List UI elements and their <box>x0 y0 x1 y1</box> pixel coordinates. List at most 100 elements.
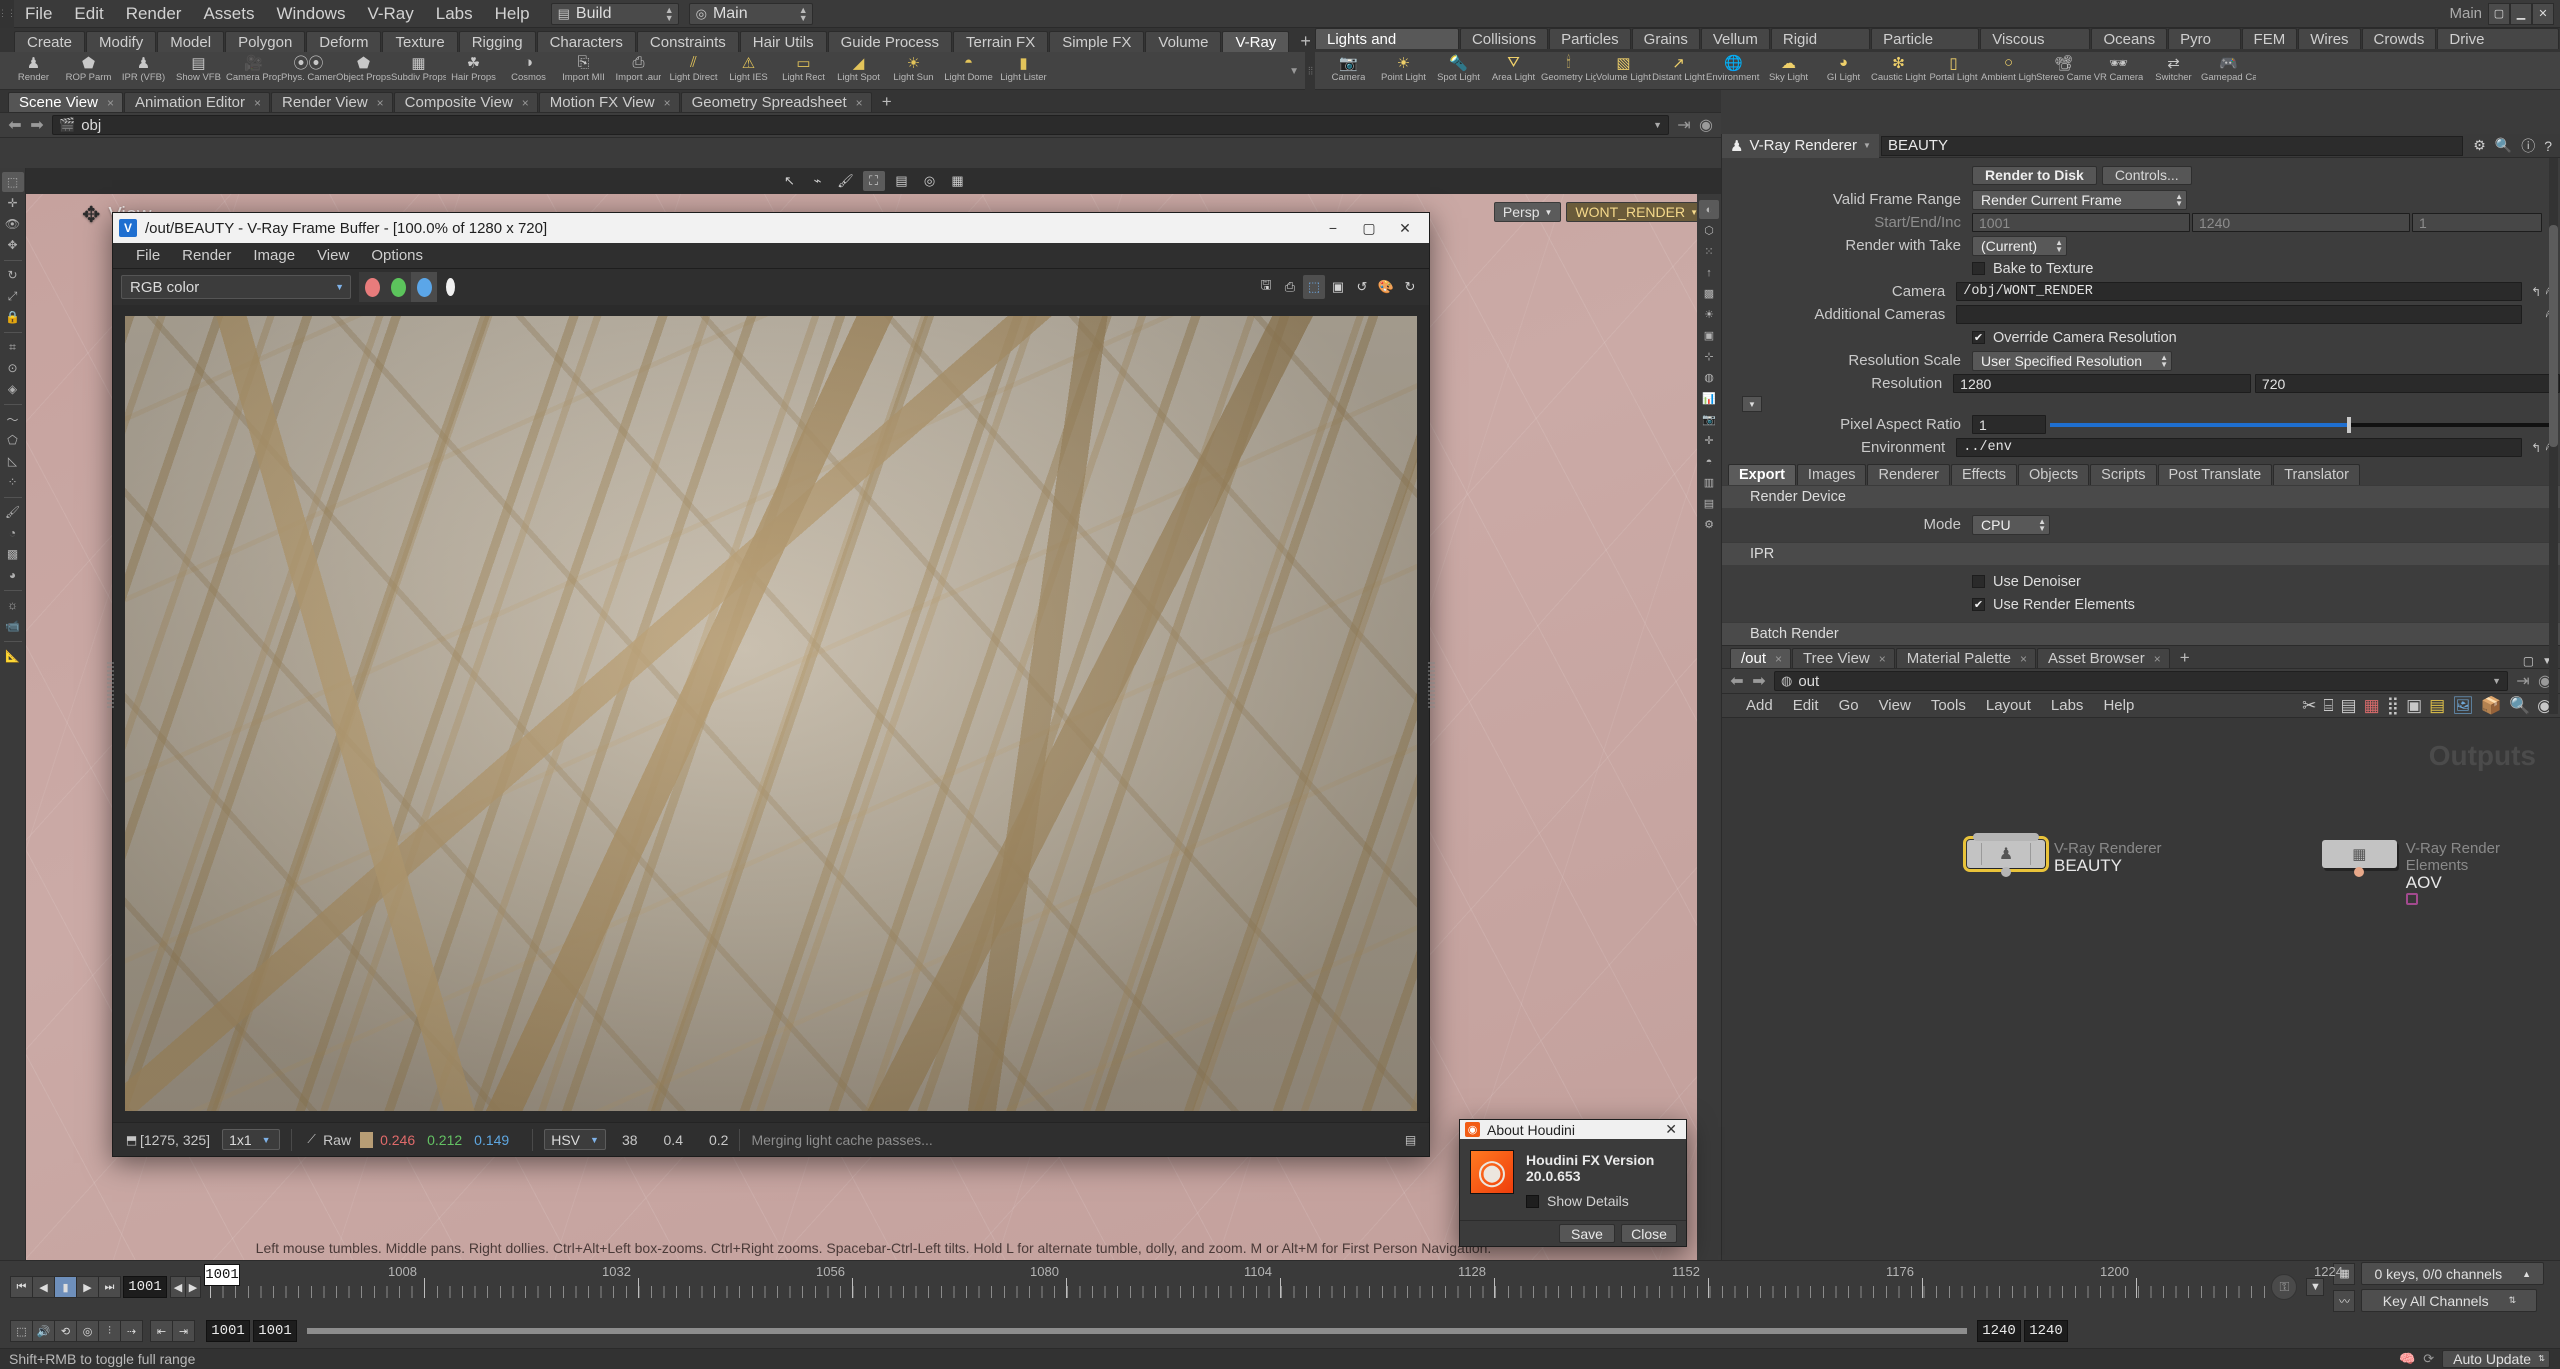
search-icon[interactable]: 🔍 <box>2509 696 2530 716</box>
close-icon[interactable]: × <box>522 93 529 113</box>
parameter-node-type[interactable]: ♟ V-Ray Renderer ▼ <box>1722 133 1879 158</box>
menu-windows[interactable]: Windows <box>266 0 357 28</box>
shelf-tool-area-light[interactable]: ⛛ Area Light <box>1486 52 1541 90</box>
menubar-close-icon[interactable]: ✕ <box>2532 2 2554 25</box>
pane-maximize-icon[interactable]: ▢ <box>2523 654 2534 668</box>
play-icon[interactable]: ▮ <box>54 1276 77 1298</box>
lock-tool-icon[interactable]: 🔒 <box>2 307 24 327</box>
maximize-icon[interactable]: ▢ <box>1351 213 1387 243</box>
shelf-tab-rigging[interactable]: Rigging <box>458 31 536 52</box>
chevron-down-icon[interactable]: ▼ <box>2492 676 2501 686</box>
shelf-tool-light-dome[interactable]: ◓ Light Dome <box>941 52 996 90</box>
viewport-visibility-icon[interactable]: ⛶ <box>862 171 885 191</box>
chevron-down-icon[interactable]: ▼ <box>1653 120 1662 130</box>
shelf-tool-camera[interactable]: 📷 Camera <box>1321 52 1376 90</box>
key-mode-selector[interactable]: Key All Channels ⇅ <box>2361 1289 2538 1312</box>
render-device-mode-menu[interactable]: CPU ▲ ▼ <box>1972 514 2050 535</box>
netmenu-help[interactable]: Help <box>2093 697 2144 714</box>
playbar-realtime-icon[interactable]: ◎ <box>76 1320 99 1342</box>
vfb-titlebar[interactable]: V /out/BEAUTY - V-Ray Frame Buffer - [10… <box>113 213 1429 243</box>
shelf-tool-point-light[interactable]: ☀ Point Light <box>1376 52 1431 90</box>
playbar-select-icon[interactable]: ⬚ <box>10 1320 33 1342</box>
playbar-loop-icon[interactable]: ⟲ <box>54 1320 77 1342</box>
refresh-icon[interactable]: ⟳ <box>2423 1351 2434 1367</box>
undo-icon[interactable]: ↺ <box>1351 275 1373 299</box>
about-houdini-dialog[interactable]: ◉ About Houdini ✕ ◉ Houdini FX Version 2… <box>1459 1119 1687 1247</box>
vray-frame-buffer-window[interactable]: V /out/BEAUTY - V-Ray Frame Buffer - [10… <box>107 212 1435 1157</box>
netmenu-tools[interactable]: Tools <box>1921 697 1976 714</box>
environment-revert-icon[interactable]: ↰ <box>2528 439 2544 456</box>
cat-tab-collisions[interactable]: Collisions <box>1459 28 1549 49</box>
package-icon[interactable]: 📦 <box>2481 696 2502 716</box>
close-icon[interactable]: × <box>1879 649 1886 669</box>
shelf-tool-import-aur[interactable]: ⎙ Import .aur <box>611 52 666 90</box>
about-titlebar[interactable]: ◉ About Houdini ✕ <box>1460 1120 1686 1140</box>
shelf-tab-volume[interactable]: Volume <box>1145 31 1222 52</box>
curve-tool-icon[interactable]: 〜 <box>2 409 24 429</box>
additional-cameras-field[interactable] <box>1956 305 2523 324</box>
resolution-height-field[interactable]: 720 <box>2254 374 2560 393</box>
network-back-arrow-icon[interactable]: ⬅ <box>1726 670 1748 692</box>
viewport-lasso-icon[interactable]: ⌁ <box>807 171 829 191</box>
shelf-tool-geometry-light[interactable]: 🕯 Geometry Light <box>1541 52 1596 90</box>
cat-tab-pyro-fx[interactable]: Pyro FX <box>2168 28 2241 69</box>
tab-scene-view[interactable]: Scene View × <box>8 92 123 112</box>
shelf-tool-volume-light[interactable]: ▧ Volume Light <box>1596 52 1651 90</box>
jump-to-end-icon[interactable]: ⏭ <box>98 1276 121 1298</box>
cat-tab-rigid-bodies[interactable]: Rigid Bodies <box>1770 28 1871 69</box>
display-snapshot-icon[interactable]: 📷 <box>1699 410 1719 429</box>
render-to-disk-button[interactable]: Render to Disk <box>1972 165 2097 185</box>
display-ghost-icon[interactable]: ◍ <box>1699 368 1719 387</box>
netmenu-labs[interactable]: Labs <box>2041 697 2094 714</box>
add-network-tab-button[interactable]: + <box>2171 648 2199 668</box>
override-camera-resolution-checkbox[interactable]: ✔ <box>1972 331 1985 344</box>
use-denoiser-checkbox[interactable] <box>1972 575 1985 588</box>
shelf-tool-render[interactable]: ♟ Render <box>6 52 61 90</box>
tools-icon[interactable]: ✂ <box>2302 696 2316 716</box>
network-path-input[interactable]: ◍ out ▼ <box>1774 671 2508 691</box>
timeline-playhead[interactable]: 1001 <box>204 1264 240 1286</box>
key-icon[interactable]: ⚿ <box>2271 1274 2298 1300</box>
about-close-button[interactable]: Close <box>1621 1224 1677 1244</box>
shelf-tool-light-direct[interactable]: ⫽ Light Direct <box>666 52 721 90</box>
close-icon[interactable]: × <box>254 93 261 113</box>
cat-tab-particle-fluids[interactable]: Particle Fluids <box>1871 28 1980 69</box>
shelf-tool-ambient-light[interactable]: ○ Ambient Light <box>1981 52 2036 90</box>
move-tool-icon[interactable]: ✥ <box>2 235 24 255</box>
pixel-aspect-ratio-slider[interactable] <box>2050 416 2554 433</box>
render-controls-button[interactable]: Controls... <box>2101 165 2192 185</box>
cat-tab-drive-simulation[interactable]: Drive Simulation <box>2437 28 2559 69</box>
shelf-tool-gamepad-camera[interactable]: 🎮 Gamepad Camera <box>2201 52 2256 90</box>
shelf-tab-hair-utils[interactable]: Hair Utils <box>739 31 827 52</box>
display-lights-icon[interactable]: ☀ <box>1699 305 1719 324</box>
rotate-tool-icon[interactable]: ↻ <box>2 265 24 285</box>
build-selector[interactable]: ▤ Build ▲ ▼ <box>550 2 679 25</box>
shelf-tool-light-lister[interactable]: ▮ Light Lister <box>996 52 1051 90</box>
desktop-selector[interactable]: ◎ Main ▲ ▼ <box>688 2 813 25</box>
vfb-zoom-select[interactable]: 1x1 ▼ <box>222 1129 281 1150</box>
cat-tab-particles[interactable]: Particles <box>1549 28 1631 49</box>
range-start-icon[interactable]: ⇤ <box>150 1320 173 1342</box>
poly-tool-icon[interactable]: ⬠ <box>2 430 24 450</box>
search-icon[interactable]: 🔍 <box>2495 137 2512 154</box>
shelf-tool-portal-light[interactable]: ▯ Portal Light <box>1926 52 1981 90</box>
resolution-scale-menu[interactable]: User Specified Resolution ▲ ▼ <box>1972 350 2172 371</box>
vfb-resize-handle-right[interactable] <box>1428 661 1435 708</box>
display-uv-icon[interactable]: ▩ <box>1699 284 1719 303</box>
nettab-tree-view[interactable]: Tree View × <box>1792 648 1895 668</box>
range-start-field[interactable]: 1001 <box>206 1320 250 1342</box>
node-beauty[interactable]: ♟ V-Ray Renderer BEAUTY <box>1963 833 2162 877</box>
step-forward-icon[interactable]: ▶ <box>76 1276 99 1298</box>
resolution-width-field[interactable]: 1280 <box>1953 374 2251 393</box>
edge-tool-icon[interactable]: ◺ <box>2 451 24 471</box>
display-points-icon[interactable]: ⁙ <box>1699 242 1719 261</box>
range-start2-field[interactable]: 1001 <box>253 1320 297 1342</box>
network-box-icon[interactable]: ▣ <box>2406 696 2422 716</box>
save-channels-icon[interactable]: ⎙ <box>1279 275 1301 299</box>
network-forward-arrow-icon[interactable]: ➡ <box>1748 670 1770 692</box>
show-in-viewer-icon[interactable]: ▣ <box>1327 275 1349 299</box>
view-tool-icon[interactable]: 👁 <box>2 214 24 234</box>
frame-step-forward-icon[interactable]: ▶ <box>185 1276 201 1298</box>
close-icon[interactable]: × <box>377 93 384 113</box>
viewport-brush-icon[interactable]: 🖌 <box>835 171 857 191</box>
